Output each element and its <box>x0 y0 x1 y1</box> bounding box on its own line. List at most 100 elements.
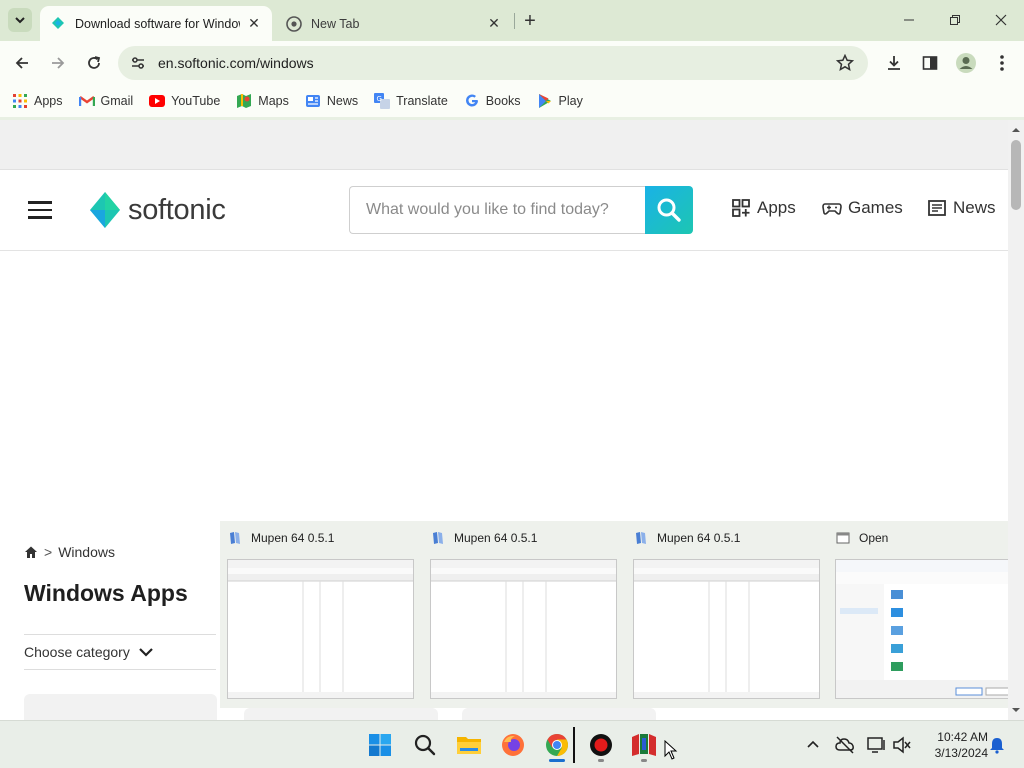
thumbnail-title: Mupen 64 0.5.1 <box>454 531 538 545</box>
bookmark-books[interactable]: Books <box>464 93 521 109</box>
system-clock[interactable]: 10:42 AM 3/13/2024 <box>918 729 988 761</box>
hamburger-menu-icon[interactable] <box>28 201 52 219</box>
home-icon[interactable] <box>24 545 38 559</box>
firefox-icon <box>502 734 524 756</box>
nav-news[interactable]: News <box>927 198 996 218</box>
close-tab-icon[interactable]: ✕ <box>246 15 262 32</box>
translate-icon: G <box>374 93 391 109</box>
url-text[interactable]: en.softonic.com/windows <box>158 55 834 71</box>
thumbnail-header: Open <box>836 531 888 545</box>
scroll-down-arrow-icon[interactable] <box>1008 704 1024 716</box>
google-play-icon <box>537 93 553 109</box>
site-search-button[interactable] <box>645 186 693 234</box>
bookmark-star-icon[interactable] <box>834 52 856 74</box>
profile-avatar-icon[interactable] <box>954 51 978 75</box>
page-title: Windows Apps <box>24 580 188 606</box>
tray-volume[interactable] <box>892 735 912 755</box>
category-card[interactable] <box>462 708 656 720</box>
tab-search-button[interactable] <box>8 8 32 32</box>
thumbnail-window[interactable]: Mupen 64 0.5.1 <box>425 521 623 706</box>
restore-icon <box>950 15 960 25</box>
category-card[interactable] <box>24 694 217 720</box>
breadcrumb-windows[interactable]: Windows <box>58 544 115 560</box>
tray-notifications[interactable] <box>987 735 1007 755</box>
choose-category-dropdown[interactable]: Choose category <box>24 634 216 670</box>
reload-button[interactable] <box>80 49 108 77</box>
chrome-icon <box>286 15 302 32</box>
nav-label: Games <box>848 198 903 217</box>
cloud-off-icon <box>835 736 854 754</box>
start-button[interactable] <box>366 731 394 759</box>
nav-apps[interactable]: Apps <box>731 198 796 218</box>
downloads-icon[interactable] <box>882 51 906 75</box>
taskbar-file-explorer[interactable] <box>455 731 483 759</box>
nav-games[interactable]: Games <box>822 198 903 218</box>
youtube-icon <box>149 93 166 109</box>
minimize-icon <box>904 19 914 21</box>
clock-time: 10:42 AM <box>937 730 988 744</box>
mupen-icon <box>636 532 646 544</box>
apps-grid-icon <box>12 93 28 109</box>
nav-label: News <box>953 198 996 217</box>
back-button[interactable] <box>8 49 36 77</box>
reload-icon <box>88 56 101 69</box>
thumbnail-preview <box>835 559 1022 699</box>
taskbar-mupen64[interactable] <box>630 731 658 762</box>
gamepad-icon <box>822 203 842 215</box>
thumbnail-window[interactable]: Open <box>830 521 1024 706</box>
bookmark-play[interactable]: Play <box>537 93 583 109</box>
taskbar-search-button[interactable] <box>411 731 439 759</box>
chrome-icon <box>546 734 568 756</box>
scrollbar-thumb[interactable] <box>1011 140 1021 210</box>
category-card[interactable] <box>244 708 438 720</box>
search-icon <box>657 198 681 222</box>
scroll-up-arrow-icon[interactable] <box>1008 124 1024 136</box>
browser-toolbar: en.softonic.com/windows <box>0 41 1024 85</box>
new-tab-button[interactable]: + <box>518 9 542 33</box>
close-window-button[interactable] <box>978 0 1024 40</box>
bookmark-news[interactable]: News <box>305 93 358 109</box>
bookmark-gmail[interactable]: Gmail <box>78 93 134 109</box>
thumbnail-title: Open <box>859 531 889 545</box>
tray-network[interactable] <box>867 735 887 755</box>
address-bar[interactable]: en.softonic.com/windows <box>118 46 868 80</box>
bookmark-youtube[interactable]: YouTube <box>149 93 220 109</box>
windows-logo-icon <box>369 734 391 756</box>
site-info-icon[interactable] <box>128 53 148 73</box>
bookmark-apps[interactable]: Apps <box>12 93 63 109</box>
bookmark-label: Gmail <box>100 94 134 108</box>
gmail-icon <box>78 93 95 109</box>
thumbnail-window[interactable]: Mupen 64 0.5.1 <box>628 521 826 706</box>
tab-title: New Tab <box>311 16 360 31</box>
bookmark-translate[interactable]: G Translate <box>374 93 448 109</box>
bookmark-maps[interactable]: Maps <box>236 93 289 109</box>
thumbnail-window[interactable]: Mupen 64 0.5.1 <box>222 521 420 706</box>
menu-kebab-icon[interactable] <box>990 51 1014 75</box>
taskbar-firefox[interactable] <box>499 731 527 759</box>
bookmark-label: Books <box>485 94 521 108</box>
restore-button[interactable] <box>932 0 978 40</box>
bookmark-label: Translate <box>396 94 448 108</box>
page-scrollbar[interactable] <box>1008 120 1024 720</box>
taskbar-chrome[interactable] <box>543 731 571 762</box>
mouse-pointer-icon <box>664 740 678 760</box>
record-icon <box>590 734 612 756</box>
taskbar-recorder[interactable] <box>587 731 615 762</box>
tab-softonic[interactable]: Download software for Windows ✕ <box>40 6 272 41</box>
tab-title: Download software for Windows <box>75 16 240 31</box>
thumbnail-header: Mupen 64 0.5.1 <box>228 531 334 545</box>
side-panel-icon[interactable] <box>918 51 942 75</box>
site-search-input[interactable]: What would you like to find today? <box>349 186 646 234</box>
close-tab-icon[interactable]: ✕ <box>486 15 502 32</box>
tray-cloud-offline[interactable] <box>835 735 855 755</box>
softonic-logo[interactable]: softonic <box>88 190 226 230</box>
forward-button[interactable] <box>44 49 72 77</box>
breadcrumb-separator: > <box>44 544 53 560</box>
text-cursor-caret <box>573 727 575 763</box>
minimize-button[interactable] <box>886 0 932 40</box>
tray-overflow-chevron[interactable] <box>803 735 823 755</box>
softonic-logo-icon <box>90 192 120 228</box>
bookmarks-bar: Apps Gmail YouTube Maps News G Translate <box>0 85 1024 117</box>
tab-new-tab[interactable]: New Tab ✕ <box>276 6 512 41</box>
active-app-indicator <box>549 759 565 762</box>
